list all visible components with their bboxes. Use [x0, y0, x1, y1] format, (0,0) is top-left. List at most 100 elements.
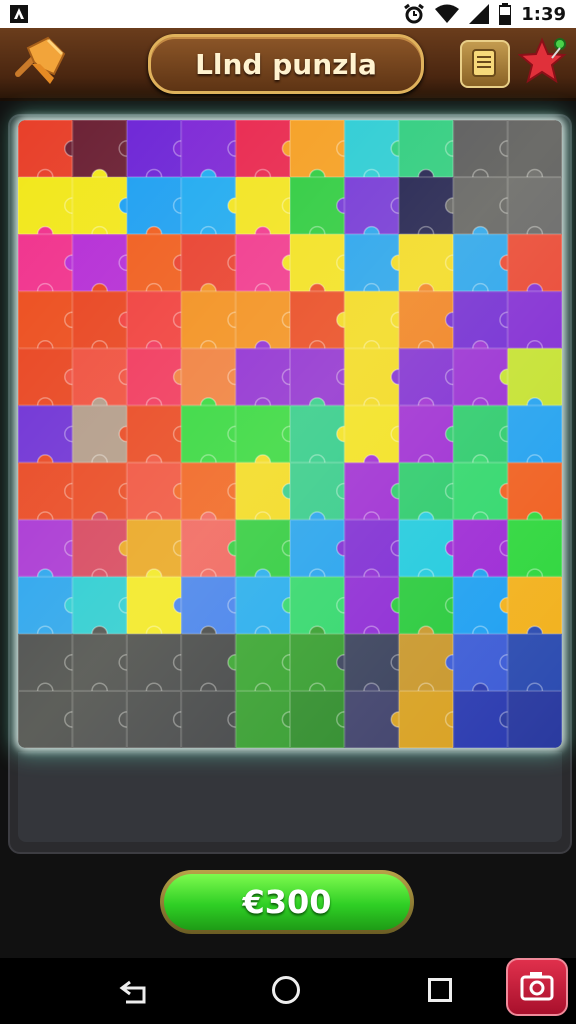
puzzle-piece[interactable]: [181, 291, 244, 357]
puzzle-piece[interactable]: [507, 234, 562, 300]
puzzle-piece[interactable]: [507, 177, 562, 243]
puzzle-piece[interactable]: [344, 234, 408, 300]
price-button[interactable]: €300: [160, 870, 414, 934]
puzzle-piece[interactable]: [126, 234, 190, 300]
puzzle-board[interactable]: [18, 120, 562, 748]
puzzle-piece[interactable]: [181, 690, 244, 748]
puzzle-piece[interactable]: [72, 462, 136, 529]
puzzle-piece[interactable]: [507, 633, 562, 700]
puzzle-piece[interactable]: [453, 405, 516, 471]
puzzle-piece[interactable]: [398, 405, 462, 471]
puzzle-piece[interactable]: [453, 234, 516, 300]
puzzle-piece[interactable]: [18, 177, 81, 243]
puzzle-piece[interactable]: [507, 120, 562, 186]
puzzle-piece[interactable]: [290, 348, 353, 414]
puzzle-piece[interactable]: [72, 519, 136, 586]
puzzle-piece[interactable]: [290, 462, 353, 529]
puzzle-piece[interactable]: [290, 690, 353, 748]
puzzle-piece[interactable]: [507, 462, 562, 529]
home-icon[interactable]: [272, 976, 300, 1004]
puzzle-piece[interactable]: [398, 234, 462, 300]
puzzle-piece[interactable]: [126, 633, 190, 700]
puzzle-piece[interactable]: [398, 291, 462, 357]
puzzle-piece[interactable]: [344, 519, 408, 586]
puzzle-piece[interactable]: [507, 519, 562, 586]
puzzle-piece[interactable]: [398, 519, 462, 586]
puzzle-piece[interactable]: [235, 348, 299, 414]
puzzle-piece[interactable]: [18, 348, 81, 414]
puzzle-piece[interactable]: [344, 120, 408, 186]
notes-button[interactable]: [460, 40, 510, 88]
puzzle-piece[interactable]: [398, 690, 462, 748]
puzzle-piece[interactable]: [235, 462, 299, 529]
puzzle-piece[interactable]: [126, 519, 190, 586]
puzzle-piece[interactable]: [290, 120, 353, 186]
puzzle-piece[interactable]: [235, 120, 299, 186]
puzzle-piece[interactable]: [235, 519, 299, 586]
puzzle-piece[interactable]: [453, 348, 516, 414]
puzzle-piece[interactable]: [507, 690, 562, 748]
puzzle-piece[interactable]: [72, 405, 136, 471]
puzzle-piece[interactable]: [453, 519, 516, 586]
puzzle-piece[interactable]: [235, 291, 299, 357]
puzzle-piece[interactable]: [181, 348, 244, 414]
puzzle-piece[interactable]: [398, 633, 462, 700]
push-pin-icon[interactable]: [10, 34, 68, 92]
puzzle-piece[interactable]: [290, 234, 353, 300]
puzzle-piece[interactable]: [398, 462, 462, 529]
puzzle-piece[interactable]: [235, 633, 299, 700]
puzzle-piece[interactable]: [181, 462, 244, 529]
puzzle-piece[interactable]: [290, 519, 353, 586]
puzzle-piece[interactable]: [235, 405, 299, 471]
puzzle-piece[interactable]: [507, 405, 562, 471]
puzzle-piece[interactable]: [18, 690, 81, 748]
puzzle-piece[interactable]: [398, 576, 462, 643]
puzzle-piece[interactable]: [18, 633, 81, 700]
puzzle-piece[interactable]: [453, 576, 516, 643]
puzzle-piece[interactable]: [453, 177, 516, 243]
puzzle-piece[interactable]: [126, 177, 190, 243]
puzzle-piece[interactable]: [453, 690, 516, 748]
puzzle-piece[interactable]: [18, 234, 81, 300]
puzzle-piece[interactable]: [181, 519, 244, 586]
puzzle-piece[interactable]: [126, 462, 190, 529]
puzzle-piece[interactable]: [507, 576, 562, 643]
puzzle-piece[interactable]: [290, 177, 353, 243]
puzzle-piece[interactable]: [344, 576, 408, 643]
puzzle-piece[interactable]: [344, 291, 408, 357]
puzzle-piece[interactable]: [290, 405, 353, 471]
puzzle-piece[interactable]: [453, 291, 516, 357]
puzzle-piece[interactable]: [72, 291, 136, 357]
puzzle-piece[interactable]: [398, 348, 462, 414]
puzzle-piece[interactable]: [344, 633, 408, 700]
puzzle-piece[interactable]: [18, 405, 81, 471]
puzzle-piece[interactable]: [72, 633, 136, 700]
puzzle-piece[interactable]: [507, 348, 562, 414]
puzzle-piece[interactable]: [18, 462, 81, 529]
puzzle-piece[interactable]: [344, 348, 408, 414]
puzzle-piece[interactable]: [181, 120, 244, 186]
star-icon[interactable]: [518, 34, 570, 90]
puzzle-piece[interactable]: [126, 690, 190, 748]
puzzle-piece[interactable]: [181, 177, 244, 243]
puzzle-piece[interactable]: [126, 120, 190, 186]
puzzle-piece[interactable]: [507, 291, 562, 357]
puzzle-piece[interactable]: [235, 576, 299, 643]
puzzle-piece[interactable]: [72, 234, 136, 300]
puzzle-piece[interactable]: [18, 519, 81, 586]
puzzle-piece[interactable]: [290, 633, 353, 700]
puzzle-piece[interactable]: [344, 405, 408, 471]
screenshot-button[interactable]: [506, 958, 568, 1016]
puzzle-piece[interactable]: [72, 690, 136, 748]
puzzle-piece[interactable]: [235, 234, 299, 300]
puzzle-piece[interactable]: [344, 462, 408, 529]
puzzle-piece[interactable]: [344, 690, 408, 748]
puzzle-piece[interactable]: [290, 291, 353, 357]
puzzle-piece[interactable]: [453, 633, 516, 700]
puzzle-piece[interactable]: [290, 576, 353, 643]
puzzle-piece[interactable]: [453, 120, 516, 186]
puzzle-piece[interactable]: [398, 177, 462, 243]
puzzle-piece[interactable]: [18, 291, 81, 357]
puzzle-piece[interactable]: [126, 348, 190, 414]
puzzle-piece[interactable]: [235, 177, 299, 243]
